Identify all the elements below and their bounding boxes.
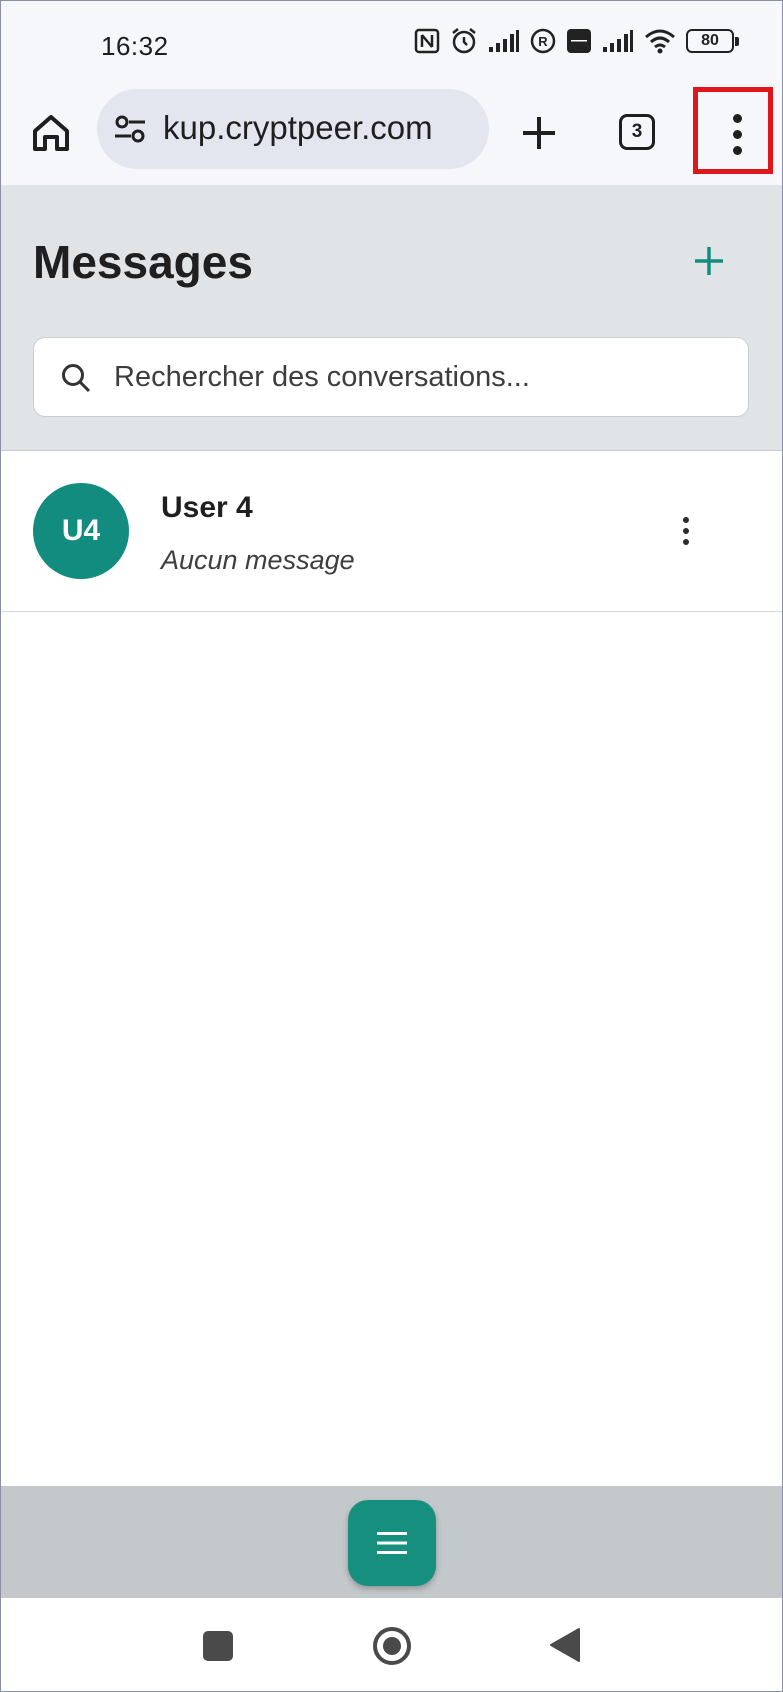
- url-text: kup.cryptpeer.com: [163, 109, 433, 146]
- signal-icon: [489, 30, 519, 52]
- search-input[interactable]: [114, 338, 734, 416]
- volte-icon: [567, 29, 591, 53]
- status-icons: R 80: [414, 27, 739, 55]
- conversation-item[interactable]: U4 User 4 Aucun message: [1, 451, 782, 612]
- site-settings-icon[interactable]: [113, 113, 147, 145]
- battery-icon: 80: [686, 29, 739, 53]
- bottom-bar: [1, 1486, 782, 1598]
- tabs-count-button[interactable]: 3: [619, 114, 655, 150]
- address-bar[interactable]: kup.cryptpeer.com: [97, 89, 489, 169]
- status-bar: 16:32 R 80: [1, 1, 782, 89]
- more-vert-icon[interactable]: [709, 103, 765, 165]
- search-box[interactable]: [33, 337, 749, 417]
- new-tab-icon[interactable]: [517, 111, 561, 155]
- conversation-name: User 4: [161, 491, 253, 524]
- avatar: U4: [33, 483, 129, 579]
- menu-icon: [377, 1532, 407, 1554]
- roaming-icon: R: [530, 28, 556, 54]
- back-icon[interactable]: [549, 1627, 581, 1663]
- conversation-preview: Aucun message: [161, 545, 355, 575]
- svg-text:R: R: [538, 34, 548, 49]
- wifi-icon: [645, 29, 675, 54]
- new-conversation-icon[interactable]: [687, 239, 731, 283]
- screen: 16:32 R 80 kup.cryptpeer.com 3 Messages: [0, 0, 783, 1692]
- home-circle-icon[interactable]: [371, 1625, 413, 1667]
- system-nav-bar: [1, 1598, 782, 1691]
- alarm-icon: [452, 28, 476, 54]
- menu-fab-button[interactable]: [348, 1500, 436, 1586]
- recents-icon[interactable]: [203, 1631, 233, 1661]
- messages-header: Messages: [1, 185, 782, 451]
- signal-icon: [603, 30, 633, 52]
- conversation-more-icon[interactable]: [671, 509, 701, 553]
- browser-toolbar: kup.cryptpeer.com 3: [1, 87, 782, 185]
- page-title: Messages: [33, 236, 253, 288]
- status-time: 16:32: [101, 31, 169, 61]
- search-icon: [62, 364, 91, 393]
- home-icon[interactable]: [29, 111, 73, 155]
- nfc-icon: [414, 28, 440, 54]
